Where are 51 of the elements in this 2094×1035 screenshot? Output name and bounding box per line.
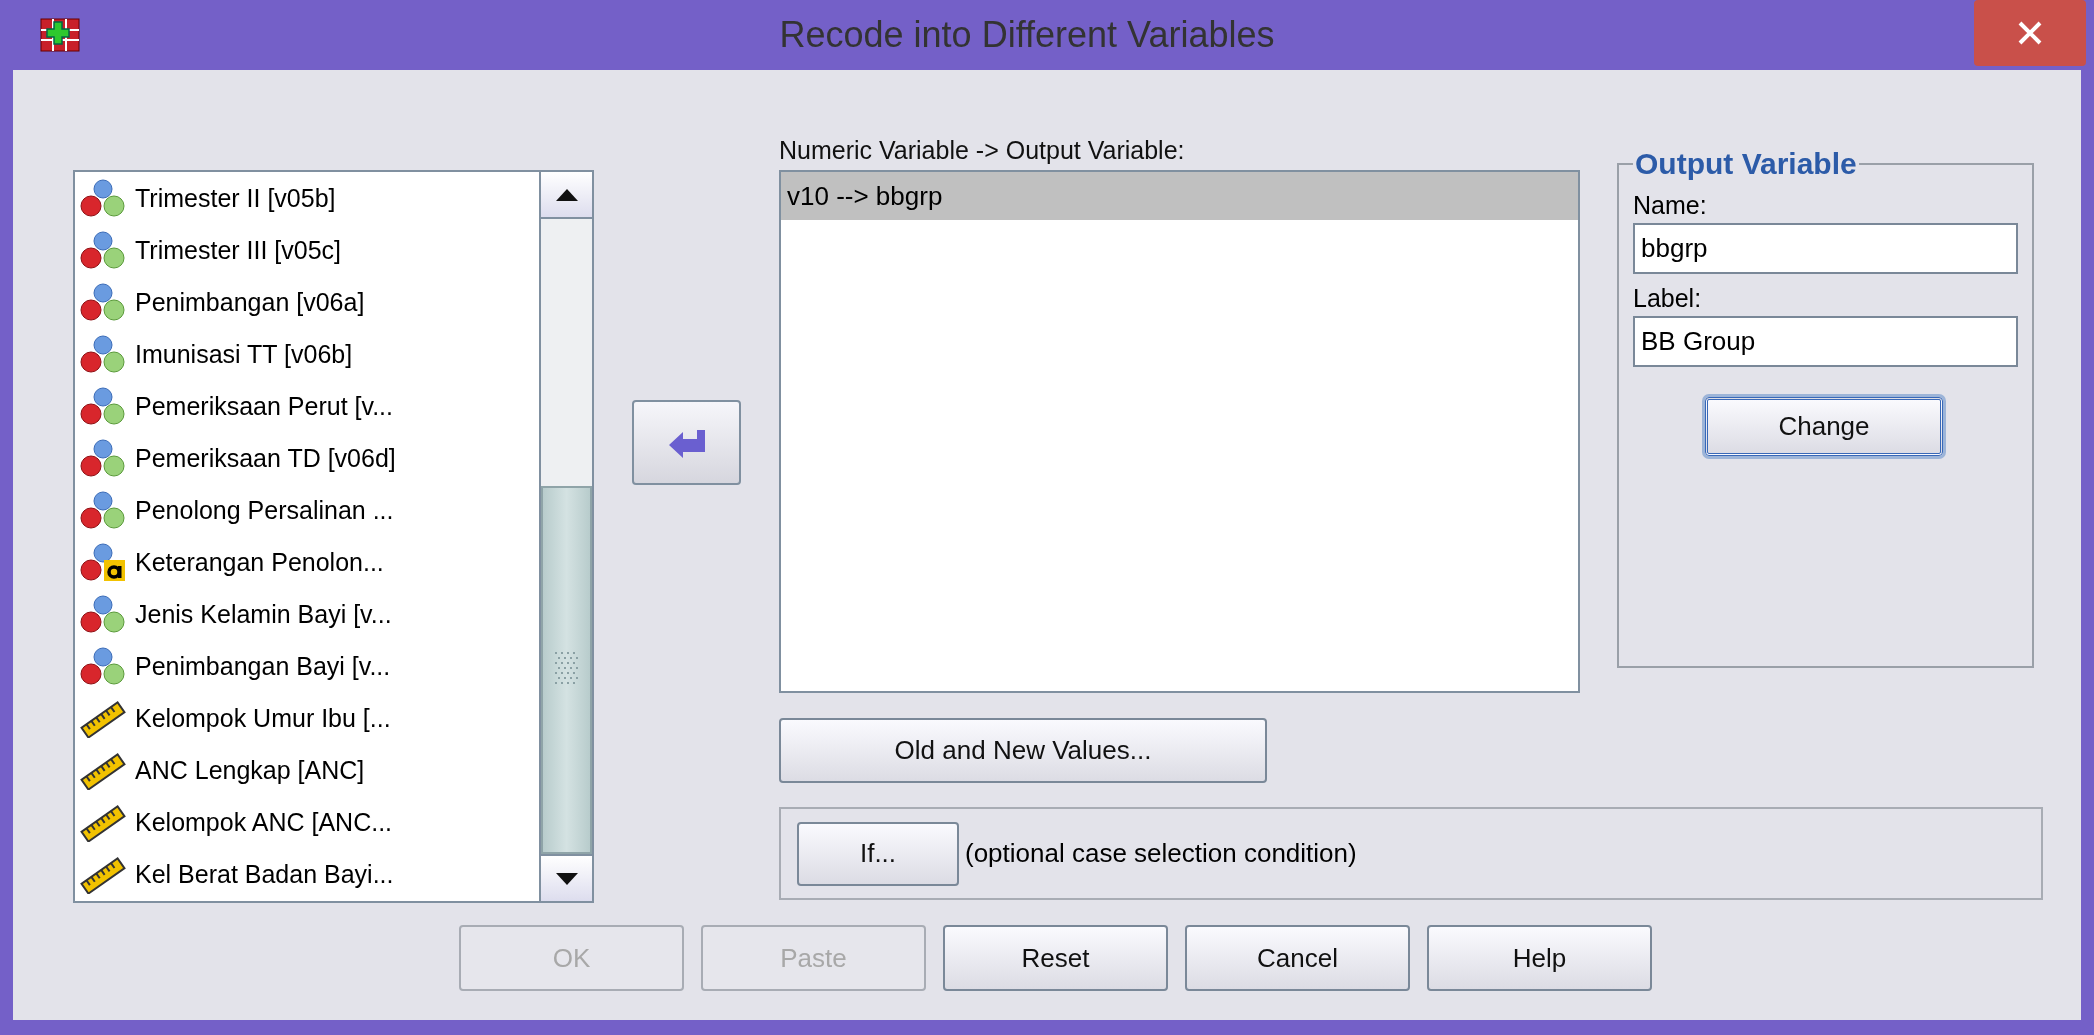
variable-item[interactable]: Trimester III [v05c]: [75, 224, 539, 276]
variable-item[interactable]: Penolong Persalinan ...: [75, 484, 539, 536]
field-label: Name:: [1633, 190, 1708, 221]
nominal-variable-icon: [79, 646, 127, 686]
group-title: Output Variable: [1634, 147, 1858, 181]
string-variable-icon: [79, 542, 127, 582]
field-label: Label:: [1633, 283, 1703, 314]
old-and-new-values-button[interactable]: Old and New Values...: [779, 718, 1267, 783]
nominal-variable-icon: [79, 594, 127, 634]
label-field[interactable]: BB Group: [1633, 316, 2018, 367]
variable-list[interactable]: [73, 170, 594, 903]
variable-item[interactable]: Kel Berat Badan Bayi...: [75, 848, 539, 900]
spreadsheet-plus-icon: [40, 18, 80, 52]
window-title: Recode into Different Variables: [778, 14, 1276, 56]
variable-item[interactable]: Pemeriksaan TD [v06d]: [75, 432, 539, 484]
dialog-button[interactable]: Cancel: [1185, 925, 1410, 991]
scroll-up-button[interactable]: [541, 172, 592, 219]
nominal-variable-icon: [79, 490, 127, 530]
variable-item[interactable]: Penimbangan [v06a]: [75, 276, 539, 328]
variable-item[interactable]: Kelompok Umur Ibu [...: [75, 692, 539, 744]
nominal-variable-icon: [79, 282, 127, 322]
close-icon: [2017, 20, 2043, 46]
dialog-button[interactable]: Help: [1427, 925, 1652, 991]
nominal-variable-icon: [79, 334, 127, 374]
condition-note: (optional case selection condition): [965, 838, 1357, 869]
scrollbar[interactable]: [539, 172, 592, 901]
if-button[interactable]: If...: [797, 821, 959, 886]
dialog-button[interactable]: Reset: [943, 925, 1168, 991]
variable-item[interactable]: Imunisasi TT [v06b]: [75, 328, 539, 380]
move-back-button[interactable]: [632, 400, 741, 485]
variable-item[interactable]: Keterangan Penolon...: [75, 536, 539, 588]
nominal-variable-icon: [79, 178, 127, 218]
up-arrow-icon: [555, 188, 578, 201]
close-button[interactable]: [1974, 0, 2086, 66]
list-heading: Numeric Variable -> Output Variable:: [779, 135, 1185, 166]
nominal-variable-icon: [79, 386, 127, 426]
nominal-variable-icon: [79, 230, 127, 270]
scroll-down-button[interactable]: [541, 854, 592, 901]
variable-item[interactable]: Kelompok ANC [ANC...: [75, 796, 539, 848]
variable-item[interactable]: ANC Lengkap [ANC]: [75, 744, 539, 796]
mapping-item[interactable]: v10 --> bbgrp: [781, 172, 1578, 220]
scroll-thumb[interactable]: [541, 485, 592, 854]
mapping-list[interactable]: v10 --> bbgrp: [779, 170, 1580, 693]
variable-item[interactable]: Penimbangan Bayi [v...: [75, 640, 539, 692]
variable-item[interactable]: Trimester II [v05b]: [75, 172, 539, 224]
down-arrow-icon: [555, 872, 578, 885]
variable-item[interactable]: Jenis Kelamin Bayi [v...: [75, 588, 539, 640]
nominal-variable-icon: [79, 438, 127, 478]
change-button[interactable]: Change: [1705, 397, 1943, 456]
variable-item[interactable]: Pemeriksaan Perut [v...: [75, 380, 539, 432]
name-field[interactable]: bbgrp: [1633, 223, 2018, 274]
